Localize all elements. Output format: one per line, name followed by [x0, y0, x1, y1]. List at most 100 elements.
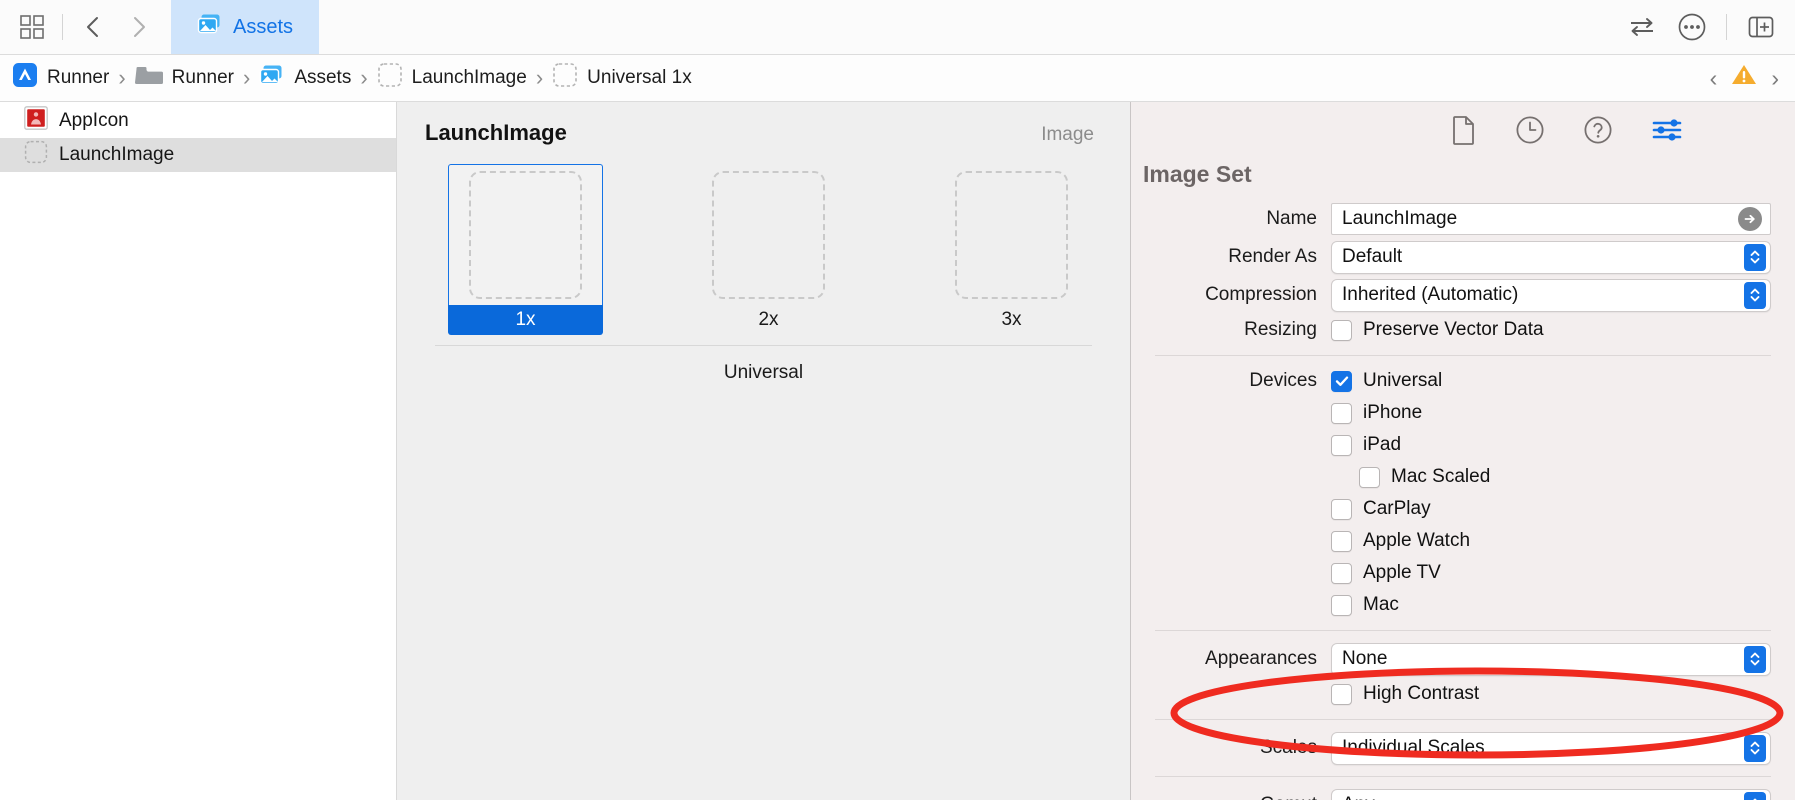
devices-label: Devices [1249, 370, 1317, 391]
breadcrumb-item-runner-project[interactable]: Runner [12, 62, 109, 94]
warning-triangle-icon[interactable] [1730, 62, 1758, 94]
preserve-vector-data-checkbox[interactable] [1331, 319, 1352, 341]
gamut-select[interactable]: Any [1331, 788, 1771, 800]
breadcrumb-separator: › [360, 65, 368, 90]
device-label-mac-scaled: Mac Scaled [1391, 466, 1491, 487]
high-contrast-label: High Contrast [1363, 683, 1480, 704]
device-checkbox-universal[interactable] [1331, 370, 1352, 392]
sidebar-item-launchimage[interactable]: LaunchImage [0, 138, 396, 172]
scales-select[interactable]: Individual Scales [1331, 731, 1771, 765]
editor-tab-bar: Assets [0, 0, 1795, 55]
section-divider [1155, 776, 1771, 777]
tab-bar-left-controls [0, 0, 161, 54]
device-checkbox-ipad[interactable] [1331, 434, 1352, 456]
tab-assets-label: Assets [233, 15, 294, 38]
device-label-iphone: iPhone [1363, 402, 1423, 423]
image-placeholder-icon [469, 171, 582, 299]
devices-row-apple-watch: Apple Watch [1131, 525, 1795, 557]
breadcrumb-item-launchimage[interactable]: LaunchImage [377, 62, 527, 94]
xcode-window: Assets Runner › Runner › Assets › Launch… [0, 0, 1795, 800]
render-as-row: Render As Default [1131, 238, 1795, 276]
name-row: Name LaunchImage [1131, 200, 1795, 238]
device-checkbox-apple-watch[interactable] [1331, 530, 1352, 552]
swap-arrows-icon[interactable] [1620, 5, 1664, 49]
grid-icon[interactable] [10, 5, 54, 49]
appearances-row: Appearances None [1131, 640, 1795, 678]
name-input[interactable]: LaunchImage [1331, 203, 1771, 235]
device-checkbox-iphone[interactable] [1331, 402, 1352, 424]
image-well-3x[interactable]: 3x [934, 164, 1089, 335]
device-checkbox-mac-scaled[interactable] [1359, 466, 1380, 488]
sidebar-item-label: AppIcon [59, 110, 129, 131]
render-as-value: Default [1342, 246, 1403, 267]
appearances-value: None [1342, 648, 1388, 669]
page-title: LaunchImage [425, 120, 567, 145]
image-placeholder-icon [955, 170, 1068, 299]
image-well-2x[interactable]: 2x [691, 164, 846, 335]
appicon-thumbnail-icon [24, 106, 48, 136]
chevron-updown-icon[interactable] [1744, 281, 1766, 309]
render-as-select[interactable]: Default [1331, 240, 1771, 274]
section-divider [1155, 630, 1771, 631]
compression-select[interactable]: Inherited (Automatic) [1331, 278, 1771, 312]
appearances-select[interactable]: None [1331, 642, 1771, 676]
device-checkbox-carplay[interactable] [1331, 498, 1352, 520]
devices-row-mac-scaled: Mac Scaled [1131, 461, 1795, 493]
sliders-icon[interactable] [1651, 116, 1683, 144]
breadcrumb-separator: › [242, 65, 251, 90]
name-value: LaunchImage [1342, 208, 1458, 229]
forward-icon[interactable] [117, 5, 161, 49]
devices-row-ipad: iPad [1131, 429, 1795, 461]
breadcrumb-separator: › [535, 65, 544, 90]
clock-icon[interactable] [1515, 115, 1545, 145]
question-circle-icon[interactable] [1583, 115, 1613, 145]
ellipsis-circle-icon[interactable] [1670, 5, 1714, 49]
breadcrumb-separator: › [118, 65, 126, 90]
previous-issue-icon[interactable]: ‹ [1710, 66, 1718, 90]
devices-row-mac: Mac [1131, 589, 1795, 621]
tab-bar-spacer [319, 0, 1620, 54]
render-as-label: Render As [1228, 246, 1317, 267]
chevron-updown-icon[interactable] [1744, 243, 1766, 271]
image-well-1x[interactable]: 1x [448, 164, 603, 335]
document-icon[interactable] [1451, 115, 1477, 145]
chevron-updown-icon[interactable] [1744, 734, 1766, 762]
assets-icon [197, 13, 223, 41]
breadcrumb-item-universal-1x[interactable]: Universal 1x [552, 62, 692, 94]
breadcrumb-label: Runner [171, 67, 234, 88]
breadcrumb-label: LaunchImage [411, 67, 527, 88]
breadcrumb-item-runner-folder[interactable]: Runner [134, 64, 234, 92]
reveal-arrow-icon[interactable] [1738, 207, 1762, 231]
preserve-vector-data-label: Preserve Vector Data [1363, 319, 1544, 340]
tab-assets[interactable]: Assets [171, 0, 320, 54]
devices-row-carplay: CarPlay [1131, 493, 1795, 525]
back-icon[interactable] [71, 5, 115, 49]
resizing-row: Resizing Preserve Vector Data [1131, 314, 1795, 346]
sidebar-item-appicon[interactable]: AppIcon [0, 104, 396, 138]
next-issue-icon[interactable]: › [1771, 66, 1779, 90]
chevron-updown-icon[interactable] [1744, 791, 1766, 800]
well-group-caption: Universal [723, 362, 804, 383]
image-well-label: 1x [448, 305, 603, 335]
app-icon [12, 62, 38, 94]
chevron-updown-icon[interactable] [1744, 645, 1766, 673]
device-checkbox-apple-tv[interactable] [1331, 562, 1352, 584]
breadcrumb-item-assets[interactable]: Assets [259, 64, 351, 92]
gamut-label: Gamut [1131, 794, 1331, 800]
compression-value: Inherited (Automatic) [1342, 284, 1519, 305]
high-contrast-checkbox[interactable] [1331, 683, 1352, 705]
image-well-drop-area[interactable] [448, 164, 603, 305]
resizing-label: Resizing [1244, 319, 1317, 340]
device-label-ipad: iPad [1363, 434, 1402, 455]
device-checkbox-mac[interactable] [1331, 594, 1352, 616]
device-label-mac: Mac [1363, 594, 1399, 615]
device-label-carplay: CarPlay [1363, 498, 1431, 519]
image-well-drop-area[interactable] [934, 164, 1089, 305]
name-label: Name [1266, 208, 1317, 229]
panel-toggle-icon[interactable] [1739, 5, 1783, 49]
tab-bar-right-controls [1620, 0, 1795, 54]
image-well-drop-area[interactable] [691, 164, 846, 305]
asset-kind-label: Image [1041, 124, 1094, 145]
placeholder-thumbnail-icon [24, 140, 48, 170]
image-placeholder-icon [712, 170, 825, 299]
